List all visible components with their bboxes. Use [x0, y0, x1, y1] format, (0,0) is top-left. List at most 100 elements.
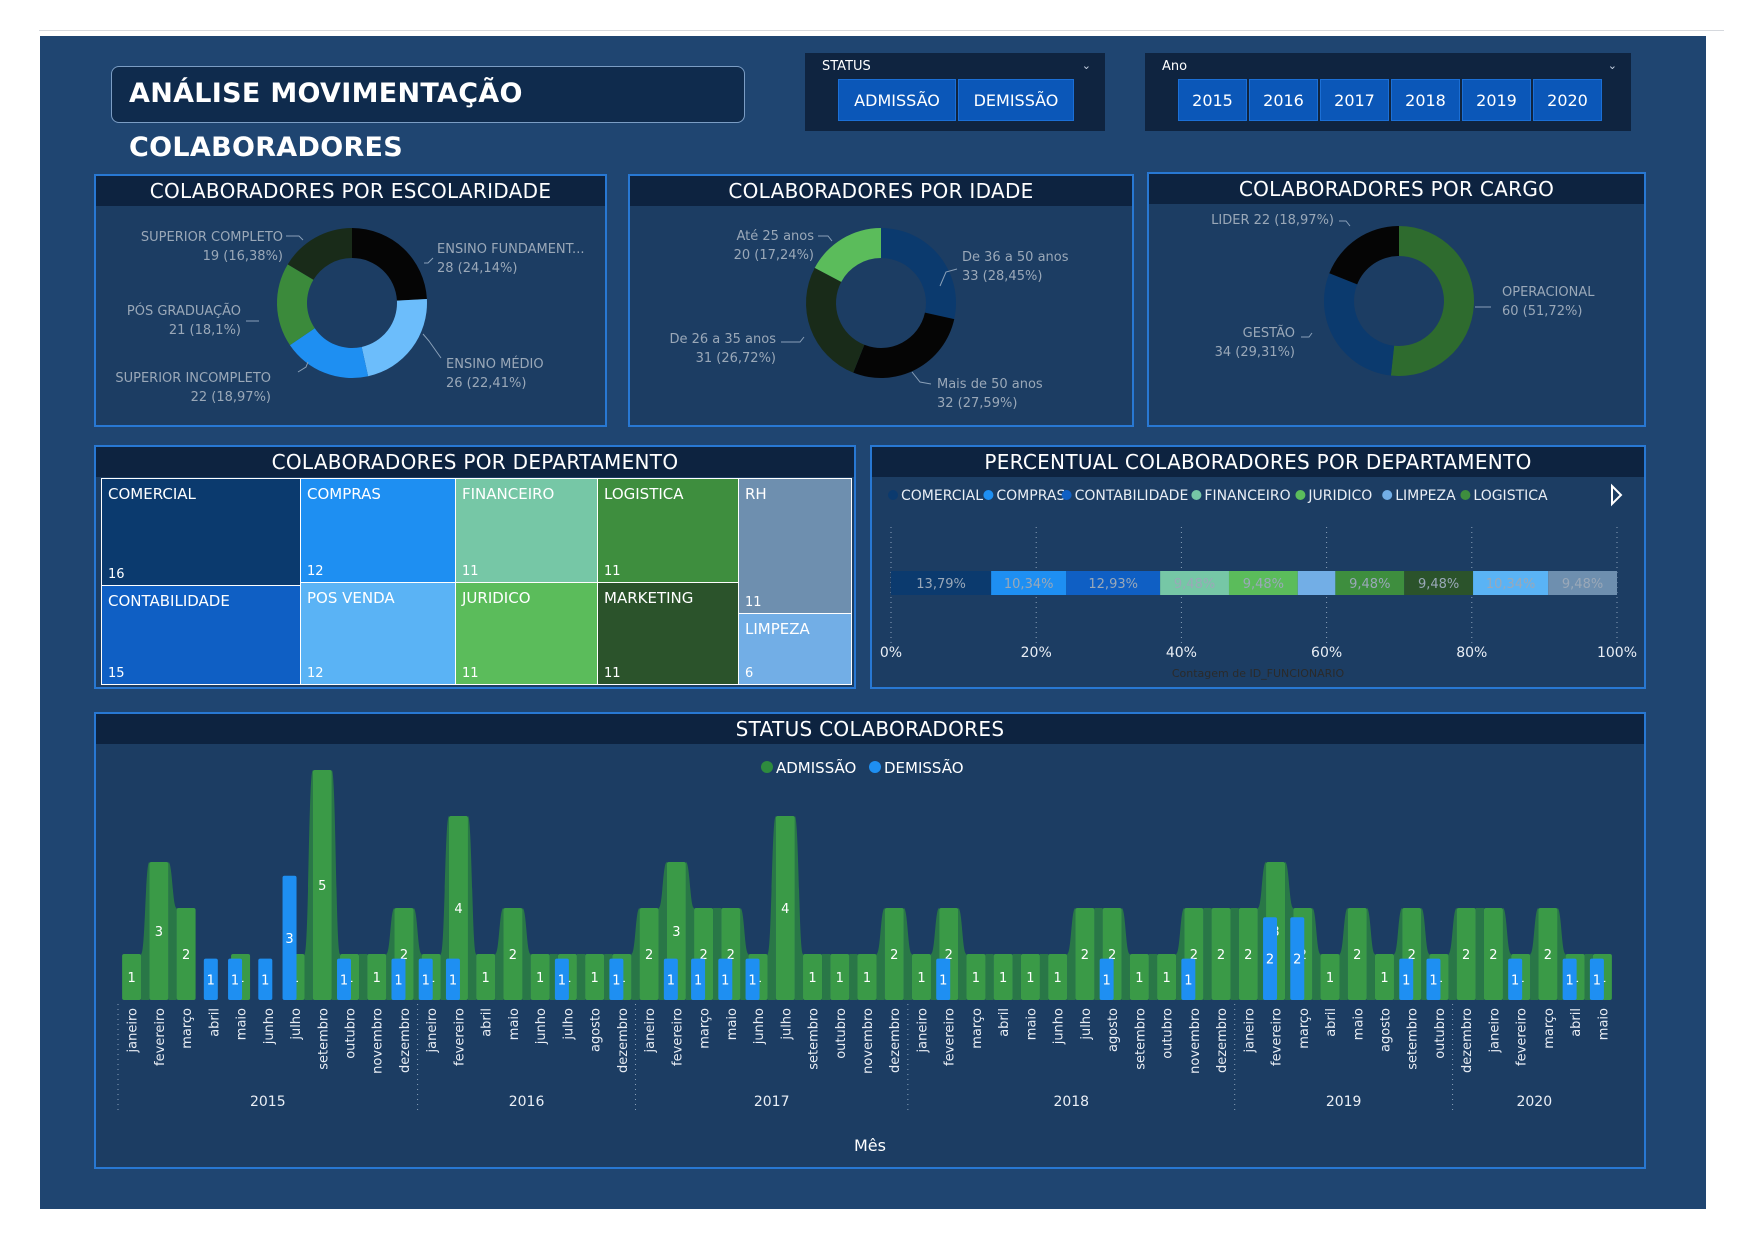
donut-slice-2[interactable] [1329, 226, 1399, 285]
data-label: 1 [422, 973, 430, 988]
year-slicer[interactable]: Ano ⌄ 2015 2016 2017 2018 2019 2020 [1145, 53, 1631, 131]
departamento-title: COLABORADORES POR DEPARTAMENTO [96, 447, 854, 477]
x-tick-label: junho [262, 1008, 277, 1045]
next-page-icon[interactable] [1611, 483, 1623, 507]
treemap-cell-label: LOGISTICA [604, 485, 684, 503]
treemap-cell-compras[interactable]: COMPRAS 12 [300, 478, 456, 583]
x-tick-label: janeiro [915, 1008, 930, 1053]
cargo-donut-chart[interactable]: OPERACIONAL 60 (51,72%) GESTÃO 34 (29,31%) L… [1149, 174, 1644, 425]
idade-donut-chart[interactable]: De 36 a 50 anos 33 (28,45%) Mais de 50 ano… [630, 176, 1132, 425]
x-tick-label: dezembro [616, 1008, 631, 1073]
donut-slice-1[interactable] [1324, 273, 1395, 376]
data-label: 1 [261, 973, 269, 988]
data-label: 2 [1462, 948, 1470, 963]
year-option-2018[interactable]: 2018 [1391, 79, 1460, 121]
data-label: 2 [1353, 948, 1361, 963]
donut-label: Até 25 anos [737, 229, 815, 244]
treemap-cell-logistica[interactable]: LOGISTICA 11 [597, 478, 739, 583]
treemap-cell-limpeza[interactable]: LIMPEZA 6 [738, 613, 852, 685]
treemap-cell-label: JURIDICO [462, 589, 531, 607]
data-label: 1 [694, 973, 702, 988]
year-option-2020[interactable]: 2020 [1533, 79, 1602, 121]
year-option-2017[interactable]: 2017 [1320, 79, 1389, 121]
data-label: 13,79% [916, 577, 966, 592]
bar-segment-limpeza[interactable] [1297, 571, 1336, 595]
status-option-demissao[interactable]: DEMISSÃO [958, 79, 1074, 121]
treemap-cell-label: COMPRAS [307, 485, 381, 503]
x-tick-label: agosto [1106, 1008, 1121, 1052]
year-option-2016[interactable]: 2016 [1249, 79, 1318, 121]
status-slicer-label: STATUS [822, 59, 871, 74]
ribbon-admissao [1203, 908, 1212, 1000]
data-label: 1 [340, 973, 348, 988]
legend-label[interactable]: JURIDICO [1307, 488, 1372, 504]
x-tick-label: julho [289, 1008, 304, 1041]
donut-slice-1[interactable] [361, 298, 427, 377]
treemap-cell-value: 15 [108, 666, 125, 681]
treemap-cell-financeiro[interactable]: FINANCEIRO 11 [455, 478, 598, 583]
data-label: 1 [1326, 971, 1334, 986]
data-label: 1 [449, 973, 457, 988]
legend-label[interactable]: ADMISSÃO [776, 758, 856, 777]
legend-label[interactable]: FINANCEIRO [1204, 488, 1290, 504]
donut-slice-0[interactable] [352, 228, 427, 301]
page-top-border [39, 30, 1724, 31]
donut-value: 26 (22,41%) [446, 376, 526, 391]
year-option-2015[interactable]: 2015 [1178, 79, 1247, 121]
donut-leader-line [1339, 220, 1351, 227]
donut-leader-line [297, 361, 309, 373]
donut-value: 60 (51,72%) [1502, 304, 1582, 319]
legend-label[interactable]: LIMPEZA [1395, 488, 1456, 504]
x-tick-label: janeiro [1487, 1008, 1502, 1053]
treemap-cell-comercial[interactable]: COMERCIAL 16 [101, 478, 301, 586]
report-canvas: ANÁLISE MOVIMENTAÇÃO COLABORADORES STATU… [0, 0, 1755, 1241]
ribbon-admissao [767, 816, 776, 1000]
treemap-cell-marketing[interactable]: MARKETING 11 [597, 582, 739, 685]
donut-label: De 36 a 50 anos [962, 250, 1069, 265]
legend-label[interactable]: DEMISSÃO [884, 758, 964, 777]
legend-label[interactable]: CONTABILIDADE [1075, 488, 1189, 504]
data-label: 2 [182, 948, 190, 963]
ribbon-admissao [1366, 908, 1375, 1000]
x-tick-label: outubro [834, 1008, 849, 1059]
year-option-2019[interactable]: 2019 [1462, 79, 1531, 121]
treemap-cell-value: 11 [462, 564, 479, 579]
treemap-cell-contabilidade[interactable]: CONTABILIDADE 15 [101, 585, 301, 685]
donut-label: SUPERIOR COMPLETO [141, 230, 283, 245]
legend-label[interactable]: COMERCIAL [901, 488, 983, 504]
donut-leader-line [286, 235, 304, 241]
data-label: 1 [1380, 971, 1388, 986]
data-label: 1 [1102, 973, 1110, 988]
data-label: 1 [558, 973, 566, 988]
donut-slice-0[interactable] [881, 228, 956, 320]
donut-slice-0[interactable] [1390, 226, 1474, 376]
data-label: 2 [1081, 948, 1089, 963]
treemap-cell-label: COMERCIAL [108, 485, 196, 503]
donut-value: 21 (18,1%) [169, 323, 241, 338]
data-label: 3 [285, 932, 293, 947]
legend-label[interactable]: COMPRAS [996, 488, 1065, 504]
legend-dot [1460, 490, 1471, 500]
x-axis-title: Contagem de ID_FUNCIONARIO [1172, 667, 1345, 680]
escolaridade-donut-chart[interactable]: ENSINO FUNDAMENT... 28 (24,14%) ENSINO MÉD… [96, 176, 605, 425]
chevron-down-icon[interactable]: ⌄ [1608, 59, 1617, 72]
percentual-bar-chart[interactable]: COMERCIAL COMPRAS CONTABILIDADE FINANCEIRO J… [872, 447, 1644, 687]
x-tick-label: fevereiro [153, 1008, 168, 1066]
x-tick-label: agosto [589, 1008, 604, 1052]
status-option-admissao[interactable]: ADMISSÃO [838, 79, 956, 121]
legend-label[interactable]: LOGISTICA [1473, 488, 1548, 504]
ribbon-admissao [985, 954, 994, 1000]
x-axis-title: Mês [854, 1136, 886, 1155]
chevron-down-icon[interactable]: ⌄ [1082, 59, 1091, 72]
treemap-cell-rh[interactable]: RH 11 [738, 478, 852, 614]
data-label: 9,48% [1562, 577, 1603, 592]
treemap-cell-pos-venda[interactable]: POS VENDA 12 [300, 582, 456, 685]
donut-slice-2[interactable] [806, 267, 865, 373]
treemap-cell-juridico[interactable]: JURIDICO 11 [455, 582, 598, 685]
status-ribbon-chart[interactable]: ADMISSÃO DEMISSÃO 1 janeiro 3 fevereiro 2 março… [96, 714, 1644, 1167]
donut-value: 20 (17,24%) [734, 248, 814, 263]
data-label: 2 [1293, 953, 1301, 968]
donut-value: 19 (16,38%) [203, 249, 283, 264]
donut-slice-1[interactable] [853, 312, 955, 378]
status-slicer[interactable]: STATUS ⌄ ADMISSÃO DEMISSÃO [805, 53, 1105, 131]
